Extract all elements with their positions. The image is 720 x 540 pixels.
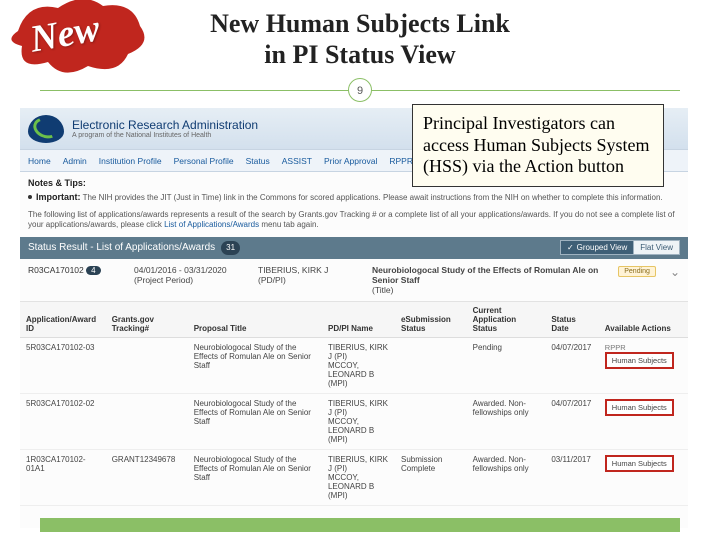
th-sdate: Status Date: [545, 302, 598, 338]
bottom-accent-bar: [40, 518, 680, 532]
th-grants: Grants.gov Tracking#: [106, 302, 188, 338]
cell-curr: Awarded. Non-fellowships only: [467, 449, 546, 505]
status-bar: Status Result - List of Applications/Awa…: [20, 237, 688, 259]
cell-pdpi: TIBERIUS, KIRK J (PI)MCCOY, LEONARD B (M…: [322, 393, 395, 449]
table-row: 1R03CA170102-01A1GRANT12349678Neurobiolo…: [20, 449, 688, 505]
summary-row: R03CA170102 4 04/01/2016 - 03/31/2020 (P…: [20, 259, 688, 302]
cell-appid: 5R03CA170102-02: [20, 393, 106, 449]
tab-status[interactable]: Status: [246, 156, 270, 166]
important-label: Important:: [36, 192, 81, 202]
human-subjects-button[interactable]: Human Subjects: [605, 455, 674, 472]
cell-curr: Pending: [467, 337, 546, 393]
status-count-badge: 31: [221, 241, 240, 255]
summary-title-note: (Title): [372, 285, 604, 295]
human-subjects-button[interactable]: Human Subjects: [605, 399, 674, 416]
human-subjects-button[interactable]: Human Subjects: [605, 352, 674, 369]
following-text: The following list of applications/award…: [20, 210, 688, 237]
th-actions: Available Actions: [599, 302, 688, 338]
cell-grants: [106, 337, 188, 393]
tab-rppr[interactable]: RPPR: [389, 156, 413, 166]
cell-grants: GRANT12349678: [106, 449, 188, 505]
cell-actions: RPPR Human Subjects: [599, 337, 688, 393]
notes-heading: Notes & Tips:: [28, 178, 86, 188]
tab-admin[interactable]: Admin: [63, 156, 87, 166]
cell-actions: Human Subjects: [599, 393, 688, 449]
cell-grants: [106, 393, 188, 449]
th-appid: Application/Award ID: [20, 302, 106, 338]
summary-count-badge: 4: [86, 266, 100, 275]
th-esub: eSubmission Status: [395, 302, 467, 338]
tab-home[interactable]: Home: [28, 156, 51, 166]
callout-box: Principal Investigators can access Human…: [412, 104, 664, 187]
cell-pdpi: TIBERIUS, KIRK J (PI)MCCOY, LEONARD B (M…: [322, 337, 395, 393]
th-pdpi: PD/PI Name: [322, 302, 395, 338]
check-icon: ✓: [567, 243, 574, 252]
page-number: 9: [348, 78, 372, 102]
th-ptitle: Proposal Title: [188, 302, 322, 338]
cell-esub: Submission Complete: [395, 449, 467, 505]
cell-ptitle: Neurobiologocal Study of the Effects of …: [188, 449, 322, 505]
view-toggle: ✓Grouped View Flat View: [560, 240, 680, 255]
new-stamp: New: [8, 0, 148, 81]
tab-prior-approval[interactable]: Prior Approval: [324, 156, 377, 166]
cell-ptitle: Neurobiologocal Study of the Effects of …: [188, 337, 322, 393]
title-line-1: New Human Subjects Link: [210, 9, 510, 38]
list-apps-link[interactable]: List of Applications/Awards: [164, 220, 259, 229]
cell-esub: [395, 393, 467, 449]
era-title: Electronic Research Administration: [72, 118, 258, 132]
rppr-link[interactable]: RPPR: [605, 343, 626, 352]
tab-institution-profile[interactable]: Institution Profile: [99, 156, 162, 166]
cell-sdate: 04/07/2017: [545, 337, 598, 393]
cell-sdate: 04/07/2017: [545, 393, 598, 449]
era-subtitle: A program of the National Institutes of …: [72, 132, 258, 139]
pending-badge: Pending: [618, 266, 656, 277]
bullet-icon: [28, 195, 32, 199]
era-logo-icon: [28, 115, 64, 143]
cell-pdpi: TIBERIUS, KIRK J (PI)MCCOY, LEONARD B (M…: [322, 449, 395, 505]
summary-dates: 04/01/2016 - 03/31/2020 (Project Period): [134, 265, 244, 285]
era-logo: [28, 115, 64, 143]
grouped-view-button[interactable]: ✓Grouped View: [560, 240, 634, 255]
title-line-2: in PI Status View: [264, 40, 455, 69]
important-text: The NIH provides the JIT (Just in Time) …: [83, 193, 663, 202]
cell-ptitle: Neurobiologocal Study of the Effects of …: [188, 393, 322, 449]
cell-appid: 1R03CA170102-01A1: [20, 449, 106, 505]
cell-curr: Awarded. Non-fellowships only: [467, 393, 546, 449]
table-row: 5R03CA170102-03 Neurobiologocal Study of …: [20, 337, 688, 393]
cell-sdate: 03/11/2017: [545, 449, 598, 505]
applications-table: Application/Award ID Grants.gov Tracking…: [20, 302, 688, 506]
flat-view-button[interactable]: Flat View: [634, 240, 680, 255]
divider-rule: 9: [40, 78, 680, 102]
th-curr: Current Application Status: [467, 302, 546, 338]
summary-title: Neurobiologocal Study of the Effects of …: [372, 265, 604, 285]
summary-pi: TIBERIUS, KIRK J: [258, 265, 358, 275]
cell-appid: 5R03CA170102-03: [20, 337, 106, 393]
summary-appid: R03CA170102: [28, 265, 84, 275]
cell-actions: Human Subjects: [599, 449, 688, 505]
summary-role: (PD/PI): [258, 275, 358, 285]
chevron-down-icon[interactable]: ⌄: [670, 265, 680, 279]
tab-personal-profile[interactable]: Personal Profile: [174, 156, 234, 166]
tab-assist[interactable]: ASSIST: [282, 156, 312, 166]
table-row: 5R03CA170102-02 Neurobiologocal Study of …: [20, 393, 688, 449]
status-title: Status Result - List of Applications/Awa…: [28, 242, 215, 253]
cell-esub: [395, 337, 467, 393]
